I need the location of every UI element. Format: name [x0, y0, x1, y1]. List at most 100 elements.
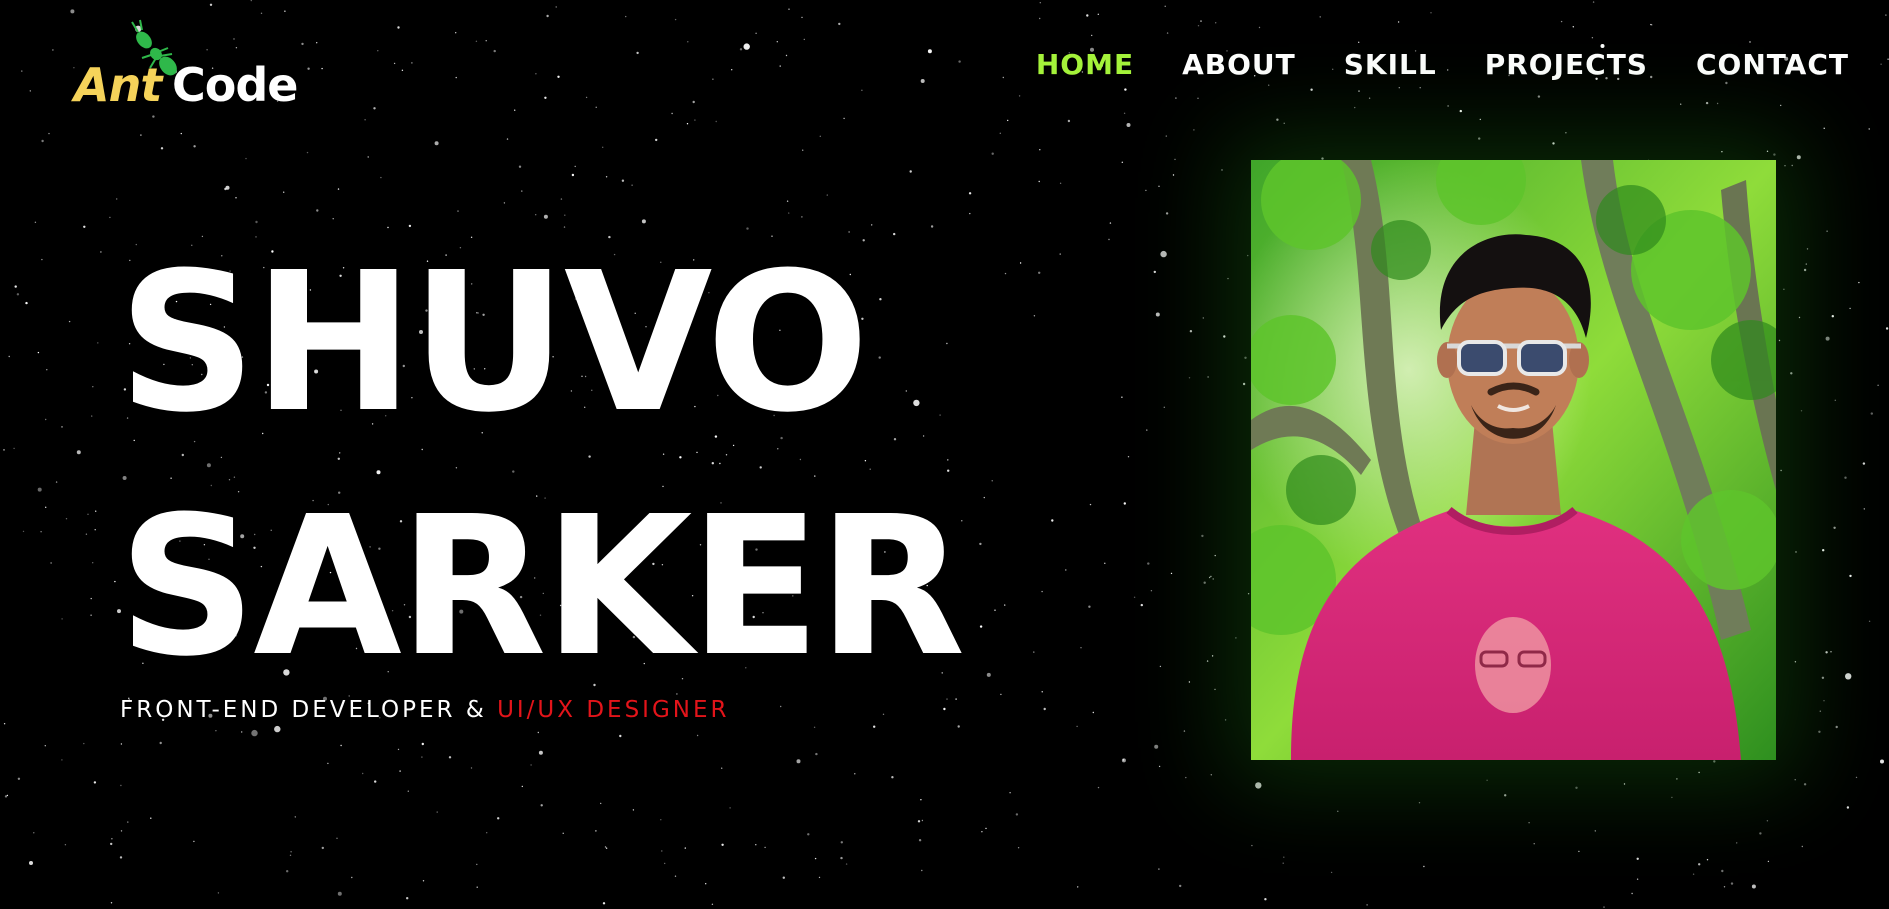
star	[34, 221, 37, 223]
star	[803, 38, 805, 41]
nav-projects[interactable]: PROJECTS	[1485, 48, 1648, 81]
star	[336, 837, 338, 839]
star	[1849, 574, 1852, 578]
star	[694, 119, 696, 121]
star	[1197, 25, 1200, 27]
star	[1368, 97, 1371, 99]
star	[560, 198, 563, 200]
star	[1798, 316, 1801, 319]
star	[260, 12, 263, 14]
star	[1214, 688, 1216, 691]
star	[530, 764, 532, 766]
hero-subtitle: FRONT-END DEVELOPER & UI/UX DESIGNER	[120, 697, 730, 723]
star	[301, 42, 304, 46]
star	[373, 107, 376, 110]
star	[514, 109, 516, 111]
star	[843, 117, 845, 120]
star	[958, 60, 961, 63]
star	[1203, 581, 1206, 584]
star	[1179, 884, 1182, 888]
star	[351, 876, 353, 879]
star	[1778, 339, 1781, 342]
star	[1680, 103, 1682, 105]
star	[159, 741, 162, 745]
star	[316, 42, 318, 44]
star	[1088, 605, 1091, 608]
star	[380, 176, 382, 179]
star	[100, 251, 102, 253]
star	[840, 841, 843, 844]
nav-about[interactable]: ABOUT	[1182, 48, 1296, 81]
star	[476, 886, 478, 888]
star	[1319, 16, 1321, 18]
star	[406, 897, 409, 900]
star	[1560, 20, 1563, 23]
star	[1147, 562, 1150, 565]
star	[1146, 429, 1148, 431]
star	[1578, 850, 1580, 853]
star	[29, 861, 33, 865]
star	[1164, 5, 1166, 8]
star	[600, 802, 602, 805]
hero-page: Ant Code HOME ABOUT SKILL PROJECTS CONTA…	[0, 0, 1889, 909]
star	[674, 875, 677, 877]
star	[1208, 576, 1211, 579]
star	[969, 212, 971, 215]
star	[1821, 676, 1825, 679]
logo-ant-text: Ant	[74, 58, 162, 112]
nav-home[interactable]: HOME	[1036, 48, 1134, 81]
star	[290, 851, 292, 853]
star	[807, 833, 810, 836]
star	[22, 530, 25, 533]
star	[45, 506, 47, 508]
site-logo[interactable]: Ant Code	[74, 18, 298, 118]
nav-skill[interactable]: SKILL	[1344, 48, 1437, 81]
star	[1310, 88, 1313, 91]
star	[605, 176, 608, 178]
star	[1803, 268, 1807, 272]
star	[595, 106, 597, 109]
star	[337, 188, 340, 190]
star	[786, 200, 789, 202]
star	[991, 152, 994, 155]
star	[692, 100, 695, 104]
star	[546, 14, 549, 18]
nav-contact[interactable]: CONTACT	[1696, 48, 1849, 81]
star	[52, 49, 54, 51]
star	[981, 831, 983, 833]
star	[362, 772, 364, 775]
star	[602, 146, 604, 148]
star	[873, 725, 876, 728]
star	[854, 773, 856, 775]
star	[655, 138, 658, 142]
star	[1092, 711, 1095, 714]
star	[826, 194, 828, 196]
star	[1706, 859, 1709, 861]
star	[1831, 315, 1835, 318]
star	[1730, 882, 1734, 885]
star	[3, 449, 5, 451]
star	[1818, 730, 1821, 733]
star	[739, 48, 743, 51]
star	[562, 832, 564, 834]
star	[284, 10, 286, 12]
star	[1276, 118, 1279, 121]
star	[1780, 469, 1782, 472]
star	[543, 214, 548, 219]
star	[1153, 270, 1157, 274]
star	[1041, 691, 1043, 693]
star	[1172, 174, 1175, 176]
star	[397, 748, 400, 751]
star	[921, 869, 923, 872]
star	[250, 0, 252, 2]
star	[1825, 651, 1828, 654]
star	[90, 614, 92, 616]
star	[1721, 151, 1723, 153]
star	[1188, 681, 1191, 683]
star	[1123, 112, 1126, 115]
star	[1845, 673, 1852, 680]
star	[1723, 886, 1726, 888]
star	[1165, 135, 1168, 137]
star	[1800, 410, 1803, 412]
star	[1591, 37, 1594, 39]
